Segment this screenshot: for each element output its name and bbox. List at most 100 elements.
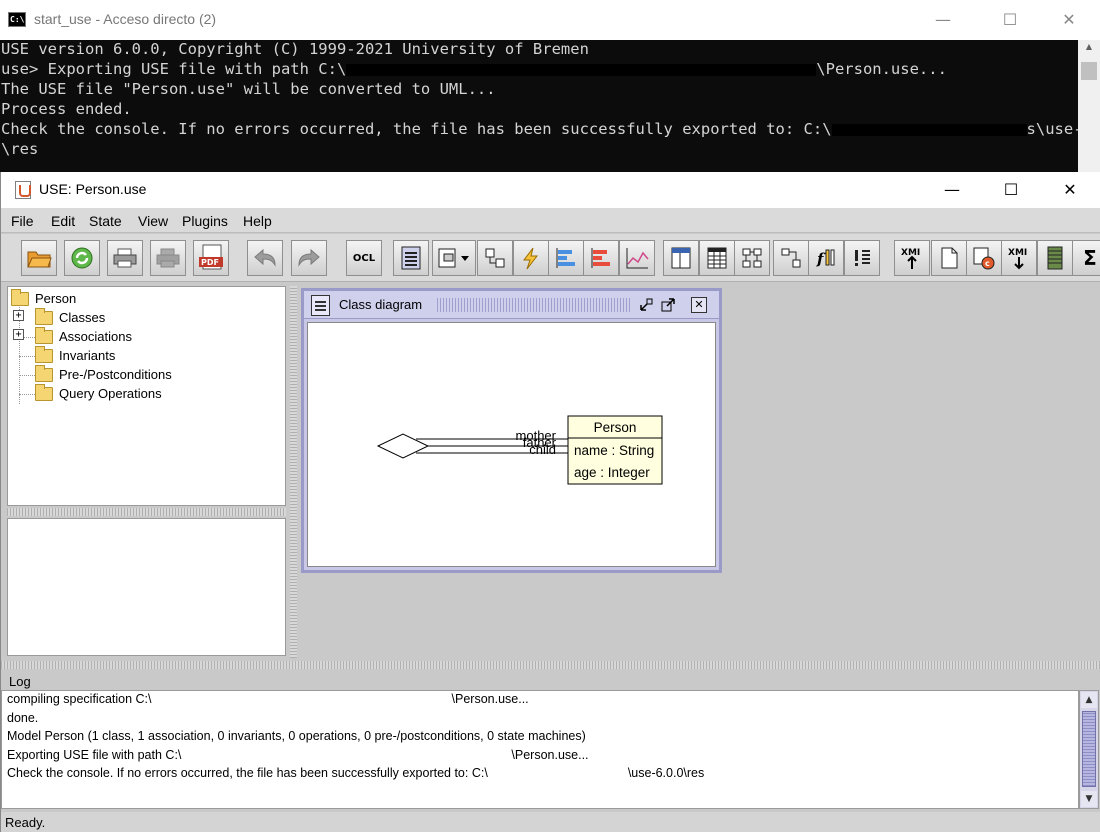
tree-item-classes[interactable]: Classes — [35, 307, 106, 327]
log-scroll-thumb[interactable] — [1082, 711, 1096, 787]
vertical-splitter[interactable] — [290, 286, 297, 658]
console-minimize-button[interactable]: — — [920, 7, 966, 33]
expand-icon[interactable]: + — [13, 329, 24, 340]
console-scroll-thumb[interactable] — [1081, 62, 1097, 80]
class-attribute: name : String — [574, 443, 654, 458]
menu-edit[interactable]: Edit — [51, 213, 75, 229]
maximize-frame-icon[interactable] — [660, 297, 676, 313]
operation-tree-button[interactable]: f — [808, 240, 844, 276]
scroll-up-arrow-icon[interactable]: ▲ — [1078, 42, 1100, 51]
titlebar-grip — [437, 298, 632, 312]
redacted-path — [152, 702, 452, 703]
class-invariants-button[interactable] — [699, 240, 735, 276]
bar-chart-icon — [556, 248, 575, 268]
plugin-icon: c — [973, 247, 995, 270]
log-line: Check the console. If no errors occurred… — [7, 766, 1073, 785]
open-button[interactable] — [21, 240, 57, 276]
object-count-button[interactable] — [734, 240, 770, 276]
state-machine-button[interactable] — [513, 240, 549, 276]
log-scrollbar[interactable]: ▲ ▼ — [1079, 690, 1099, 809]
log-line: Model Person (1 class, 1 association, 0 … — [7, 729, 586, 744]
class-diagram-titlebar[interactable]: Class diagram ✕ — [304, 291, 719, 319]
use-titlebar[interactable]: USE: Person.use — ☐ ✕ — [1, 172, 1100, 208]
scroll-down-arrow-icon[interactable]: ▼ — [1081, 791, 1097, 807]
tree-item-label: Classes — [59, 310, 106, 325]
scroll-up-arrow-icon[interactable]: ▲ — [1081, 692, 1097, 708]
class-extent-chart-button[interactable] — [548, 240, 584, 276]
link-count-button[interactable] — [773, 240, 809, 276]
expand-icon[interactable]: + — [13, 310, 24, 321]
ocl-button[interactable]: OCL — [346, 240, 382, 276]
close-button[interactable]: ✕ — [1047, 177, 1093, 203]
folder-icon — [35, 307, 53, 325]
menu-state[interactable]: State — [89, 213, 122, 229]
film-button[interactable] — [1037, 240, 1073, 276]
redacted-path — [346, 63, 817, 76]
xmi-export-button[interactable]: XMI — [1001, 240, 1037, 276]
xmi-import-button[interactable]: XMI — [894, 240, 930, 276]
xmi-label: XMI — [1008, 248, 1027, 258]
log-splitter[interactable] — [1, 661, 1100, 669]
tree-item-associations[interactable]: Associations — [35, 326, 132, 346]
class-diagram-button[interactable] — [393, 240, 429, 276]
redo-icon — [298, 248, 320, 267]
iconify-icon[interactable] — [638, 297, 654, 313]
reload-button[interactable] — [64, 240, 100, 276]
object-count-chart-button[interactable] — [583, 240, 619, 276]
object-diagram-dropdown[interactable] — [432, 240, 476, 276]
tree-root[interactable]: Person — [11, 288, 76, 308]
console-output: USE version 6.0.0, Copyright (C) 1999-20… — [0, 40, 1078, 180]
print-button[interactable] — [107, 240, 143, 276]
nodes-icon — [781, 248, 801, 268]
document-icon — [941, 247, 958, 269]
export-pdf-button[interactable]: PDF — [193, 240, 229, 276]
plugin-button[interactable]: c — [966, 240, 1002, 276]
hierarchy-icon — [742, 248, 762, 268]
state-evolution-button[interactable] — [619, 240, 655, 276]
log-line-part: Exporting USE file with path C:\ — [7, 747, 182, 762]
svg-text:c: c — [985, 259, 990, 268]
xmi-label: XMI — [901, 248, 920, 258]
status-bar: Ready. — [1, 812, 1100, 832]
java-icon — [15, 181, 31, 199]
log-textarea[interactable]: compiling specification C:\ \Person.use..… — [1, 690, 1079, 809]
class-name: Person — [594, 420, 637, 435]
print-view-button[interactable] — [150, 240, 186, 276]
console-scrollbar[interactable]: ▲ — [1078, 40, 1100, 180]
minimize-button[interactable]: — — [929, 177, 975, 203]
close-frame-icon[interactable]: ✕ — [691, 297, 707, 313]
console-line-part: s\use-6.0.0 — [1026, 120, 1078, 138]
console-titlebar[interactable]: C:\ start_use - Acceso directo (2) — ☐ ✕ — [0, 0, 1100, 40]
log-line-part: \Person.use... — [511, 747, 589, 762]
redo-button[interactable] — [291, 240, 327, 276]
window-title: USE: Person.use — [39, 181, 147, 197]
new-document-button[interactable] — [931, 240, 967, 276]
console-title: start_use - Acceso directo (2) — [34, 11, 217, 27]
console-close-button[interactable]: ✕ — [1046, 7, 1092, 33]
tree-item-prepostconditions[interactable]: Pre-/Postconditions — [35, 364, 172, 384]
tree-item-query-operations[interactable]: Query Operations — [35, 383, 162, 403]
redacted-path — [181, 758, 511, 759]
use-main-window: USE: Person.use — ☐ ✕ File Edit State Vi… — [0, 172, 1100, 832]
console-line-part: \Person.use... — [816, 60, 947, 78]
object-properties-button[interactable] — [663, 240, 699, 276]
maximize-button[interactable]: ☐ — [988, 177, 1034, 203]
tree-item-invariants[interactable]: Invariants — [35, 345, 115, 365]
menu-help[interactable]: Help — [243, 213, 272, 229]
class-diagram-title: Class diagram — [339, 297, 423, 312]
class-node-person[interactable]: Person name : String age : Integer — [567, 415, 663, 485]
sum-button[interactable]: Σ — [1072, 240, 1100, 276]
table-icon — [707, 247, 727, 269]
class-diagram-canvas[interactable]: mother father child Person name : String… — [307, 322, 716, 567]
log-line: compiling specification C:\ \Person.use..… — [7, 692, 1073, 711]
sequence-button[interactable] — [477, 240, 513, 276]
menu-file[interactable]: File — [11, 213, 34, 229]
console-window: C:\ start_use - Acceso directo (2) — ☐ ✕… — [0, 0, 1100, 180]
evaluate-button[interactable] — [844, 240, 880, 276]
undo-button[interactable] — [247, 240, 283, 276]
menu-plugins[interactable]: Plugins — [182, 213, 228, 229]
console-maximize-button[interactable]: ☐ — [987, 7, 1033, 33]
class-diagram-icon — [311, 295, 330, 316]
horizontal-splitter[interactable] — [7, 508, 286, 516]
menu-view[interactable]: View — [138, 213, 168, 229]
